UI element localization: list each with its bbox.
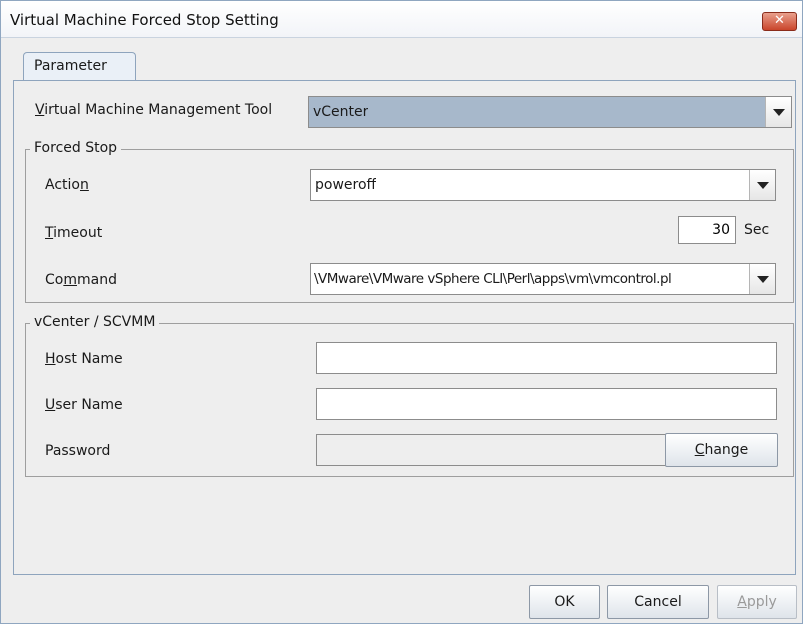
password-field	[317, 435, 665, 465]
vcenter-scvmm-title: vCenter / SCVMM	[30, 314, 160, 330]
timeout-label: Timeout	[45, 225, 103, 241]
close-icon: ✕	[774, 13, 785, 28]
title-bar[interactable]: Virtual Machine Forced Stop Setting ✕	[1, 1, 802, 38]
action-label: Action	[45, 177, 89, 193]
chevron-down-icon[interactable]	[765, 97, 791, 127]
cancel-button[interactable]: Cancel	[607, 585, 709, 619]
tab-label: Parameter	[34, 58, 107, 74]
user-name-input[interactable]	[316, 388, 777, 420]
action-select[interactable]: poweroff	[310, 169, 776, 201]
change-password-button[interactable]: Change	[665, 433, 778, 467]
user-name-label: User Name	[45, 397, 123, 413]
window-title: Virtual Machine Forced Stop Setting	[10, 11, 279, 29]
command-select[interactable]: \VMware\VMware vSphere CLI\Perl\apps\vm\…	[310, 263, 776, 295]
ok-button[interactable]: OK	[529, 585, 600, 619]
host-name-label: Host Name	[45, 351, 123, 367]
tab-parameter[interactable]: Parameter	[23, 52, 136, 80]
chevron-down-icon[interactable]	[749, 170, 775, 200]
password-label: Password	[45, 443, 111, 459]
forced-stop-title: Forced Stop	[30, 140, 122, 156]
apply-button[interactable]: Apply	[717, 585, 797, 619]
user-name-field[interactable]	[317, 389, 776, 419]
management-tool-select[interactable]: vCenter	[308, 96, 792, 128]
management-tool-label: Virtual Machine Management Tool	[35, 102, 273, 118]
close-button[interactable]: ✕	[762, 12, 797, 31]
management-tool-value: vCenter	[313, 104, 369, 120]
timeout-unit: Sec	[744, 222, 770, 238]
dialog-window: Virtual Machine Forced Stop Setting ✕ Pa…	[0, 0, 803, 624]
password-input	[316, 434, 666, 466]
host-name-field[interactable]	[317, 343, 776, 373]
timeout-input[interactable]	[678, 216, 736, 244]
host-name-input[interactable]	[316, 342, 777, 374]
command-label: Command	[45, 272, 117, 288]
command-value: \VMware\VMware vSphere CLI\Perl\apps\vm\…	[314, 271, 672, 287]
chevron-down-icon[interactable]	[749, 264, 775, 294]
action-value: poweroff	[315, 177, 377, 193]
timeout-field[interactable]	[679, 217, 735, 243]
